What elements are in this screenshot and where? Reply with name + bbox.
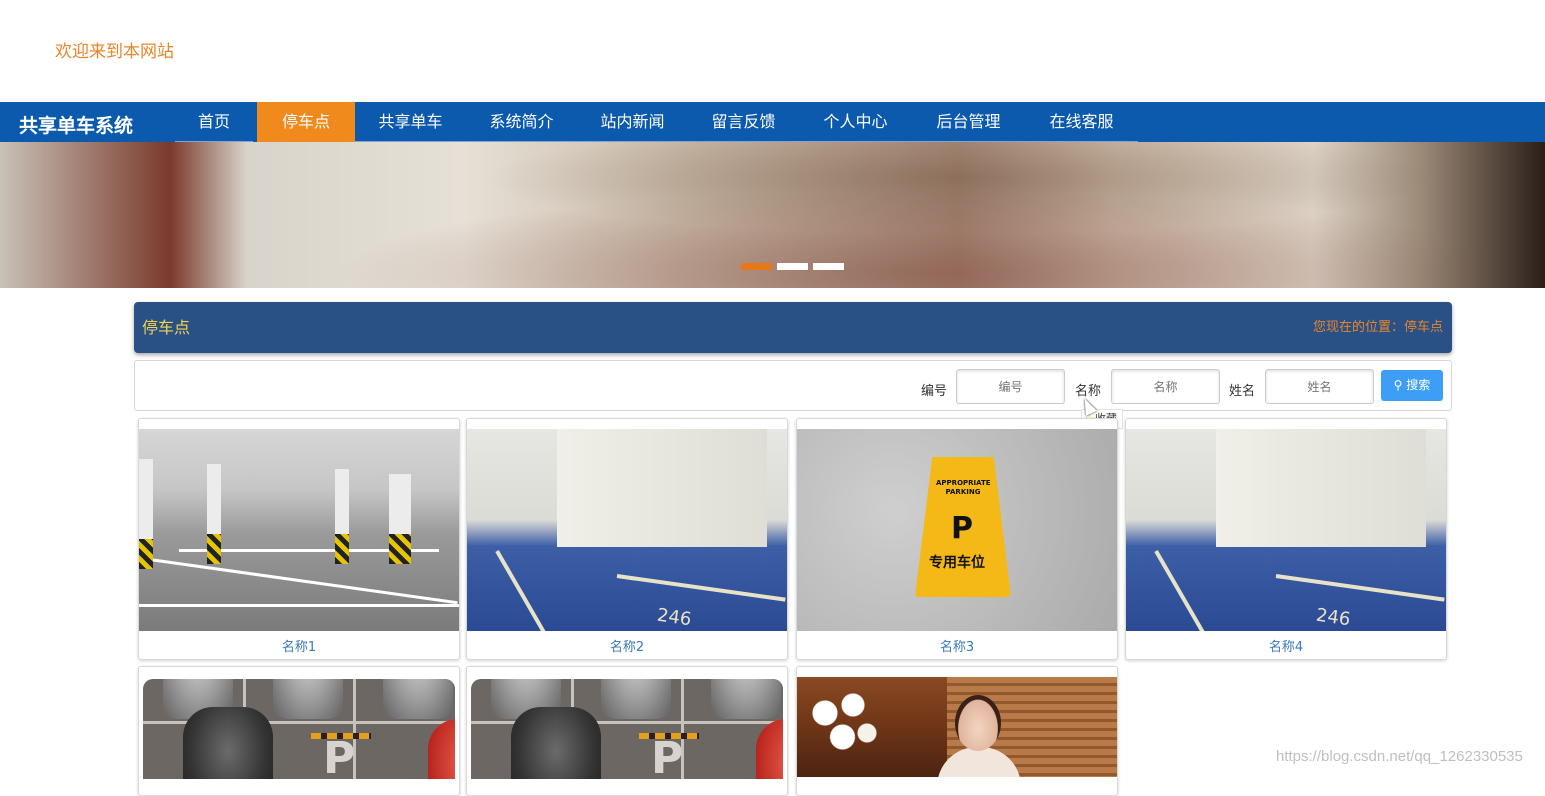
parking-card-5[interactable]: P (138, 666, 460, 796)
parking-image-6[interactable]: P (471, 679, 783, 779)
nav-item-feedback[interactable]: 留言反馈 (688, 102, 799, 142)
parking-card-caption[interactable]: 名称3 (797, 636, 1117, 655)
floor-line (1154, 550, 1248, 631)
site-brand[interactable]: 共享单车系统 (19, 111, 133, 138)
parking-card-3[interactable]: APPROPRIATE PARKING P 专用车位 名称3 (796, 418, 1118, 660)
search-input-owner[interactable] (1265, 369, 1374, 404)
search-panel: 编号 名称 姓名 ⚲ 搜索 (134, 360, 1452, 411)
nav-item-site-news[interactable]: 站内新闻 (577, 102, 688, 142)
carousel-dot-2[interactable] (777, 263, 808, 270)
search-input-name[interactable] (1111, 369, 1220, 404)
garage-wall (557, 429, 767, 547)
white-flowers (811, 689, 881, 769)
pillar (139, 459, 153, 569)
parking-card-7[interactable] (796, 666, 1118, 796)
search-button-label: 搜索 (1406, 378, 1431, 392)
nav-item-parking-spots[interactable]: 停车点 (257, 102, 355, 142)
parking-image-3[interactable]: APPROPRIATE PARKING P 专用车位 (797, 429, 1117, 631)
floor-stripe (139, 604, 459, 607)
p-marking: P (651, 733, 684, 779)
p-marking: P (323, 733, 356, 779)
nav-item-personal-center[interactable]: 个人中心 (799, 102, 912, 142)
sign-chinese-text: 专用车位 (929, 555, 985, 571)
search-label-owner: 姓名 (1229, 384, 1256, 399)
parking-image-4[interactable]: 246 (1126, 429, 1446, 631)
pillar (335, 469, 349, 564)
parking-sign: APPROPRIATE PARKING P 专用车位 (915, 457, 1011, 597)
parking-image-5[interactable]: P (143, 679, 455, 779)
parking-card-caption[interactable]: 名称4 (1126, 636, 1446, 655)
pillar (389, 474, 411, 564)
parking-card-4[interactable]: 246 名称4 (1125, 418, 1447, 660)
banner-carousel[interactable] (0, 142, 1545, 288)
nav-item-shared-bikes[interactable]: 共享单车 (355, 102, 466, 142)
sign-letter: P (951, 511, 973, 546)
floor-number: 246 (655, 604, 693, 631)
person-figure (955, 695, 1001, 751)
search-label-number: 编号 (921, 384, 948, 399)
car-silver (383, 679, 453, 719)
parking-card-caption[interactable]: 名称1 (139, 636, 459, 655)
floor-number: 246 (1314, 604, 1352, 631)
sign-top-text: APPROPRIATE PARKING (936, 479, 991, 496)
carousel-dot-3[interactable] (813, 263, 844, 270)
floor-line (495, 550, 589, 631)
magnifier-icon: ⚲ (1393, 378, 1403, 392)
floor-line (1275, 574, 1445, 602)
garage-wall (1216, 429, 1426, 547)
parking-card-6[interactable]: P (466, 666, 788, 796)
search-button[interactable]: ⚲ 搜索 (1381, 370, 1443, 401)
car-red (756, 719, 783, 779)
welcome-text: 欢迎来到本网站 (55, 42, 174, 62)
parking-image-1[interactable] (139, 429, 459, 631)
parking-card-caption[interactable]: 名称2 (467, 636, 787, 655)
car-silver (601, 679, 671, 719)
parking-card-1[interactable]: 名称1 (138, 418, 460, 660)
car-dark (511, 707, 601, 779)
nav-item-system-intro[interactable]: 系统简介 (466, 102, 577, 142)
car-red (428, 719, 455, 779)
car-silver (273, 679, 343, 719)
nav-item-online-service[interactable]: 在线客服 (1025, 102, 1138, 142)
floor-line (616, 574, 786, 602)
car-dark (183, 707, 273, 779)
watermark: https://blog.csdn.net/qq_1262330535 (1276, 748, 1523, 765)
banner-image (0, 142, 1545, 288)
nav-item-admin[interactable]: 后台管理 (912, 102, 1025, 142)
breadcrumb: 您现在的位置：停车点 (1312, 320, 1443, 335)
parking-image-7[interactable] (797, 677, 1117, 777)
pillar (207, 464, 221, 564)
parking-card-2[interactable]: 246 名称2 (466, 418, 788, 660)
section-title: 停车点 (142, 318, 191, 337)
nav-item-home[interactable]: 首页 (175, 102, 253, 142)
section-header: 停车点 您现在的位置：停车点 (134, 302, 1452, 353)
parking-image-2[interactable]: 246 (467, 429, 787, 631)
search-input-number[interactable] (956, 369, 1065, 404)
car-silver (711, 679, 781, 719)
carousel-dot-1[interactable] (741, 263, 772, 270)
main-navbar: 共享单车系统 首页 停车点 共享单车 系统简介 站内新闻 留言反馈 个人中心 后… (0, 102, 1545, 142)
top-bar: 欢迎来到本网站 (0, 0, 1545, 102)
